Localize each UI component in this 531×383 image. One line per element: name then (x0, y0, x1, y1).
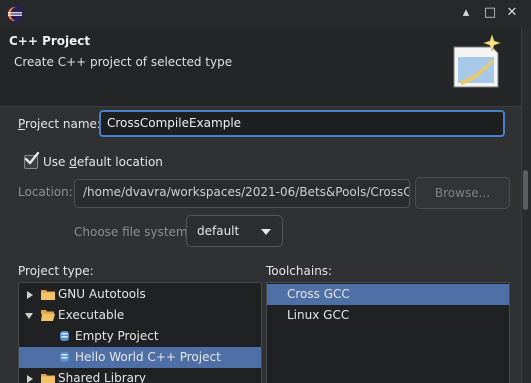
chevron-down-icon (261, 229, 271, 235)
tree-item-label: GNU Autotools (58, 287, 146, 301)
folder-icon (41, 374, 55, 383)
gear-icon (60, 352, 69, 362)
tree-item-executable[interactable]: Executable (19, 305, 261, 326)
use-default-location-label: Use default location (43, 155, 163, 169)
tree-item-label: Executable (58, 308, 125, 322)
new-project-wizard-icon (453, 34, 501, 88)
tree-item-empty-project[interactable]: Empty Project (19, 326, 261, 347)
browse-button[interactable]: Browse... (415, 177, 510, 209)
project-name-label: Project name: (18, 117, 101, 131)
chevron-right-icon[interactable] (26, 375, 34, 383)
chevron-right-icon[interactable] (26, 291, 34, 299)
tree-item-hello-world-cpp-project[interactable]: Hello World C++ Project (19, 347, 261, 368)
scrollbar-thumb[interactable] (523, 170, 528, 210)
location-label: Location: (18, 185, 73, 199)
tree-item-shared-library[interactable]: Shared Library (19, 368, 261, 383)
close-button[interactable]: ✕ (505, 6, 519, 20)
tree-item-label: Shared Library (58, 371, 147, 383)
list-item-linux-gcc[interactable]: Linux GCC (267, 305, 509, 326)
folder-icon (41, 290, 55, 300)
title-bar (0, 0, 531, 28)
checkmark-icon (24, 151, 40, 165)
location-input[interactable]: /home/dvavra/workspaces/2021-06/Bets&Poo… (74, 179, 410, 208)
maximize-button[interactable]: □ (483, 6, 497, 20)
list-item-label: Linux GCC (287, 308, 350, 322)
file-system-label: Choose file system: (74, 225, 192, 239)
gear-icon (60, 331, 69, 341)
wizard-title: C++ Project (9, 34, 91, 48)
project-type-label: Project type: (18, 264, 94, 278)
tree-item-label: Empty Project (75, 329, 159, 343)
folder-open-icon (41, 310, 55, 321)
minimize-button[interactable]: ▴ (459, 6, 473, 20)
eclipse-logo-icon (6, 5, 24, 23)
toolchains-label: Toolchains: (266, 264, 333, 278)
tree-item-gnu-autotools[interactable]: GNU Autotools (19, 284, 261, 305)
list-item-cross-gcc[interactable]: Cross GCC (267, 284, 509, 305)
chevron-down-icon[interactable] (25, 312, 33, 320)
tree-item-label: Hello World C++ Project (75, 350, 221, 364)
wizard-description: Create C++ project of selected type (14, 55, 233, 69)
toolchains-list[interactable]: Cross GCC Linux GCC (266, 282, 510, 383)
list-item-label: Cross GCC (287, 287, 350, 301)
project-type-tree[interactable]: GNU Autotools Executable Empty Project H… (18, 282, 262, 383)
project-name-input[interactable]: CrossCompileExample (99, 110, 505, 137)
